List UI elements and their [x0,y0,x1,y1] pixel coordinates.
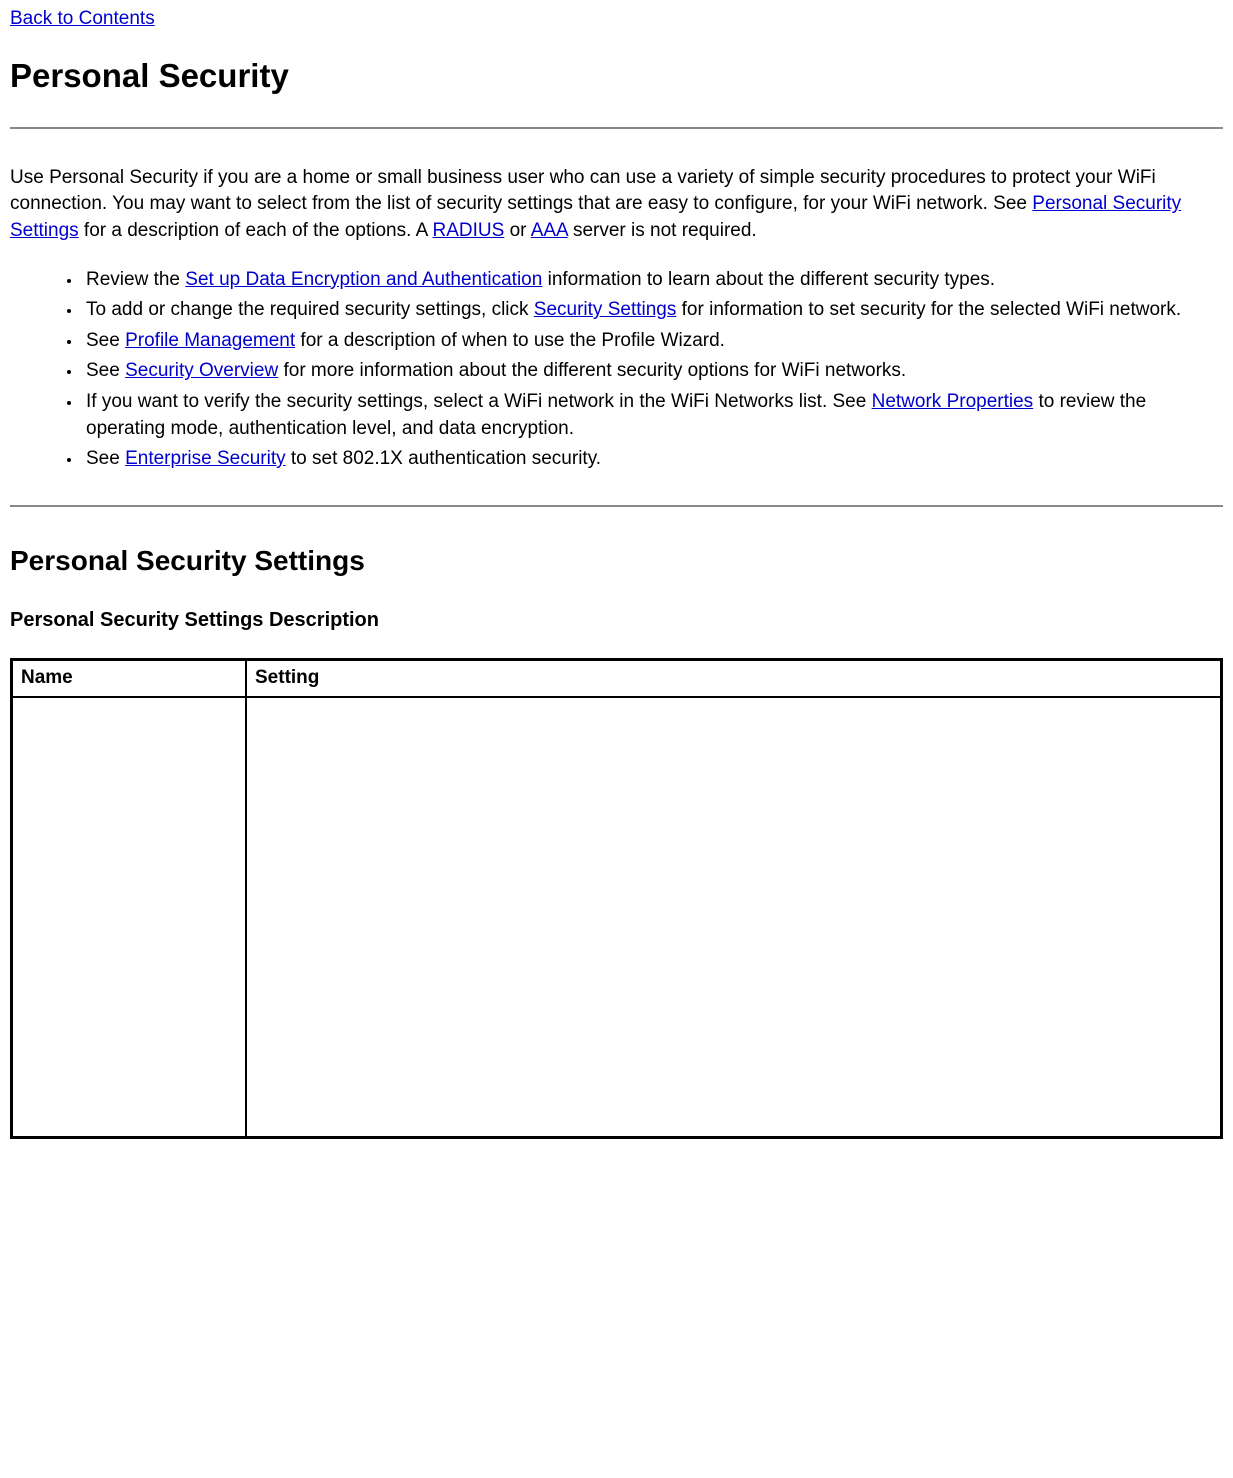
link-aaa[interactable]: AAA [531,220,568,241]
list-item: To add or change the required security s… [82,297,1223,324]
list-item: See Enterprise Security to set 802.1X au… [82,446,1223,473]
link-security-settings[interactable]: Security Settings [534,299,677,320]
section-title: Personal Security Settings [10,541,1223,580]
link-enterprise-security[interactable]: Enterprise Security [125,448,286,469]
bullet-list: Review the Set up Data Encryption and Au… [10,267,1223,473]
list-text: To add or change the required security s… [86,299,534,320]
list-text: for information to set security for the … [676,299,1181,320]
intro-paragraph: Use Personal Security if you are a home … [10,165,1223,245]
list-text: to set 802.1X authentication security. [286,448,601,469]
list-text: Review the [86,269,185,290]
list-text: If you want to verify the security setti… [86,391,872,412]
intro-text: or [504,220,530,241]
list-text: See [86,360,125,381]
intro-text: Use Personal Security if you are a home … [10,167,1156,215]
link-profile-management[interactable]: Profile Management [125,330,295,351]
table-header-setting: Setting [246,659,1222,696]
list-text: for a description of when to use the Pro… [295,330,725,351]
intro-text: server is not required. [568,220,757,241]
link-setup-data-encryption[interactable]: Set up Data Encryption and Authenticatio… [185,269,542,290]
list-item: See Security Overview for more informati… [82,358,1223,385]
sub-title: Personal Security Settings Description [10,606,1223,634]
divider [10,505,1223,507]
list-item: See Profile Management for a description… [82,328,1223,355]
list-item: If you want to verify the security setti… [82,389,1223,442]
divider [10,127,1223,129]
table-header-row: Name Setting [12,659,1222,696]
settings-table: Name Setting [10,658,1223,1139]
table-row [12,697,1222,1138]
link-security-overview[interactable]: Security Overview [125,360,278,381]
link-network-properties[interactable]: Network Properties [872,391,1034,412]
table-cell-setting [246,697,1222,1138]
page-title: Personal Security [10,53,1223,99]
list-text: for more information about the different… [278,360,906,381]
back-to-contents-link[interactable]: Back to Contents [10,6,155,33]
table-cell-name [12,697,247,1138]
list-text: See [86,330,125,351]
list-text: See [86,448,125,469]
list-item: Review the Set up Data Encryption and Au… [82,267,1223,294]
table-header-name: Name [12,659,247,696]
list-text: information to learn about the different… [542,269,995,290]
link-radius[interactable]: RADIUS [433,220,505,241]
intro-text: for a description of each of the options… [79,220,433,241]
